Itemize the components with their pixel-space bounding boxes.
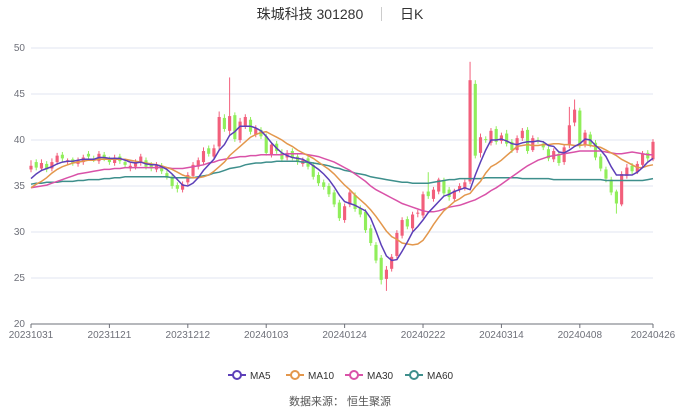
candle-body <box>374 244 378 261</box>
candle-body <box>395 232 399 256</box>
candle-body <box>567 125 571 146</box>
candlestick-chart: 20253035404550 20231031 20231121 20231212 2… <box>9 43 676 382</box>
legend-label[interactable]: MA60 <box>427 371 454 382</box>
legend-swatch-marker <box>232 370 242 380</box>
legend: MA5 MA10 MA30 MA60 <box>228 370 454 382</box>
candle-body <box>60 154 64 159</box>
candle-body <box>578 110 582 146</box>
candle-body <box>614 191 618 204</box>
y-tick-label: 25 <box>14 273 26 284</box>
candle-body <box>604 169 608 179</box>
grid-lines <box>31 47 653 325</box>
candle-body <box>343 206 347 221</box>
x-tick-label: 20240408 <box>558 330 603 341</box>
ma10-line <box>30 130 654 246</box>
x-tick-label: 20231121 <box>88 330 132 341</box>
candle-body <box>29 165 33 170</box>
candle-body <box>201 151 206 163</box>
y-tick-label: 40 <box>14 135 26 146</box>
candle-body <box>316 174 321 184</box>
candle-body <box>520 130 524 139</box>
x-tick-label: 20240103 <box>244 330 289 341</box>
legend-label[interactable]: MA30 <box>367 371 394 382</box>
candle-body <box>473 83 477 156</box>
candle-body <box>468 80 472 182</box>
candle-body <box>431 189 436 199</box>
candle-body <box>207 148 211 154</box>
candle-body <box>646 152 650 159</box>
candle-body <box>55 155 59 163</box>
candle-body <box>400 220 404 236</box>
x-tick-label: 20240124 <box>322 330 367 341</box>
candle-body <box>243 117 247 127</box>
legend-swatch-marker <box>409 370 419 380</box>
candle-body <box>410 214 415 229</box>
candle-body <box>327 186 331 195</box>
candle-body <box>640 153 645 165</box>
candle-body <box>353 195 357 209</box>
candle-body <box>599 156 603 169</box>
candle-body <box>630 165 634 172</box>
x-tick-label: 20240222 <box>401 330 446 341</box>
candle-body <box>421 194 425 216</box>
candle-body <box>525 129 530 152</box>
candle-body <box>217 117 221 147</box>
candle-body <box>463 182 467 188</box>
x-tick-label: 20231212 <box>166 330 211 341</box>
legend-swatch-marker <box>290 370 300 380</box>
candle-body <box>379 257 383 280</box>
candle-body <box>332 192 336 205</box>
candle-body <box>609 179 613 193</box>
y-tick-label: 35 <box>14 181 26 192</box>
legend-label[interactable]: MA5 <box>250 371 271 382</box>
candle-body <box>405 219 409 227</box>
candle-body <box>363 211 368 231</box>
x-tick-label: 20231031 <box>9 330 54 341</box>
y-axis: 20 25 30 35 40 45 50 <box>14 43 26 330</box>
candle-body <box>531 138 535 151</box>
data-source: 数据来源： 恒生聚源 <box>288 396 392 408</box>
candle-body <box>238 121 242 140</box>
candle-body <box>322 182 326 187</box>
candle-body <box>233 115 237 140</box>
candle-body <box>175 185 179 189</box>
y-tick-label: 45 <box>14 89 26 100</box>
candle-body <box>34 162 38 168</box>
candle-body <box>573 109 577 123</box>
legend-label[interactable]: MA10 <box>308 371 335 382</box>
ma-lines <box>30 125 654 262</box>
candle-body <box>39 163 44 169</box>
candle-body <box>426 191 430 197</box>
x-axis: 20231031 20231121 20231212 20240103 20240124… <box>9 323 676 341</box>
candle-body <box>369 228 373 244</box>
candles <box>29 61 655 291</box>
candle-body <box>228 116 232 131</box>
candle-body <box>484 139 488 141</box>
candle-body <box>478 137 483 153</box>
candle-body <box>269 144 274 155</box>
candle-body <box>384 269 388 279</box>
x-tick-label: 20240426 <box>631 330 676 341</box>
y-tick-label: 50 <box>14 43 26 54</box>
candle-body <box>416 212 420 214</box>
candle-body <box>651 141 655 160</box>
y-tick-label: 30 <box>14 227 26 238</box>
candle-body <box>212 148 216 157</box>
candle-body <box>222 117 226 129</box>
legend-swatch-marker <box>349 370 359 380</box>
candle-body <box>123 162 127 165</box>
candle-body <box>442 180 446 194</box>
candle-body <box>620 174 624 205</box>
candle-body <box>86 153 91 157</box>
candle-body <box>337 202 341 219</box>
y-tick-label: 20 <box>14 319 26 330</box>
x-tick-label: 20240314 <box>479 330 524 341</box>
ma5-line <box>30 125 654 262</box>
